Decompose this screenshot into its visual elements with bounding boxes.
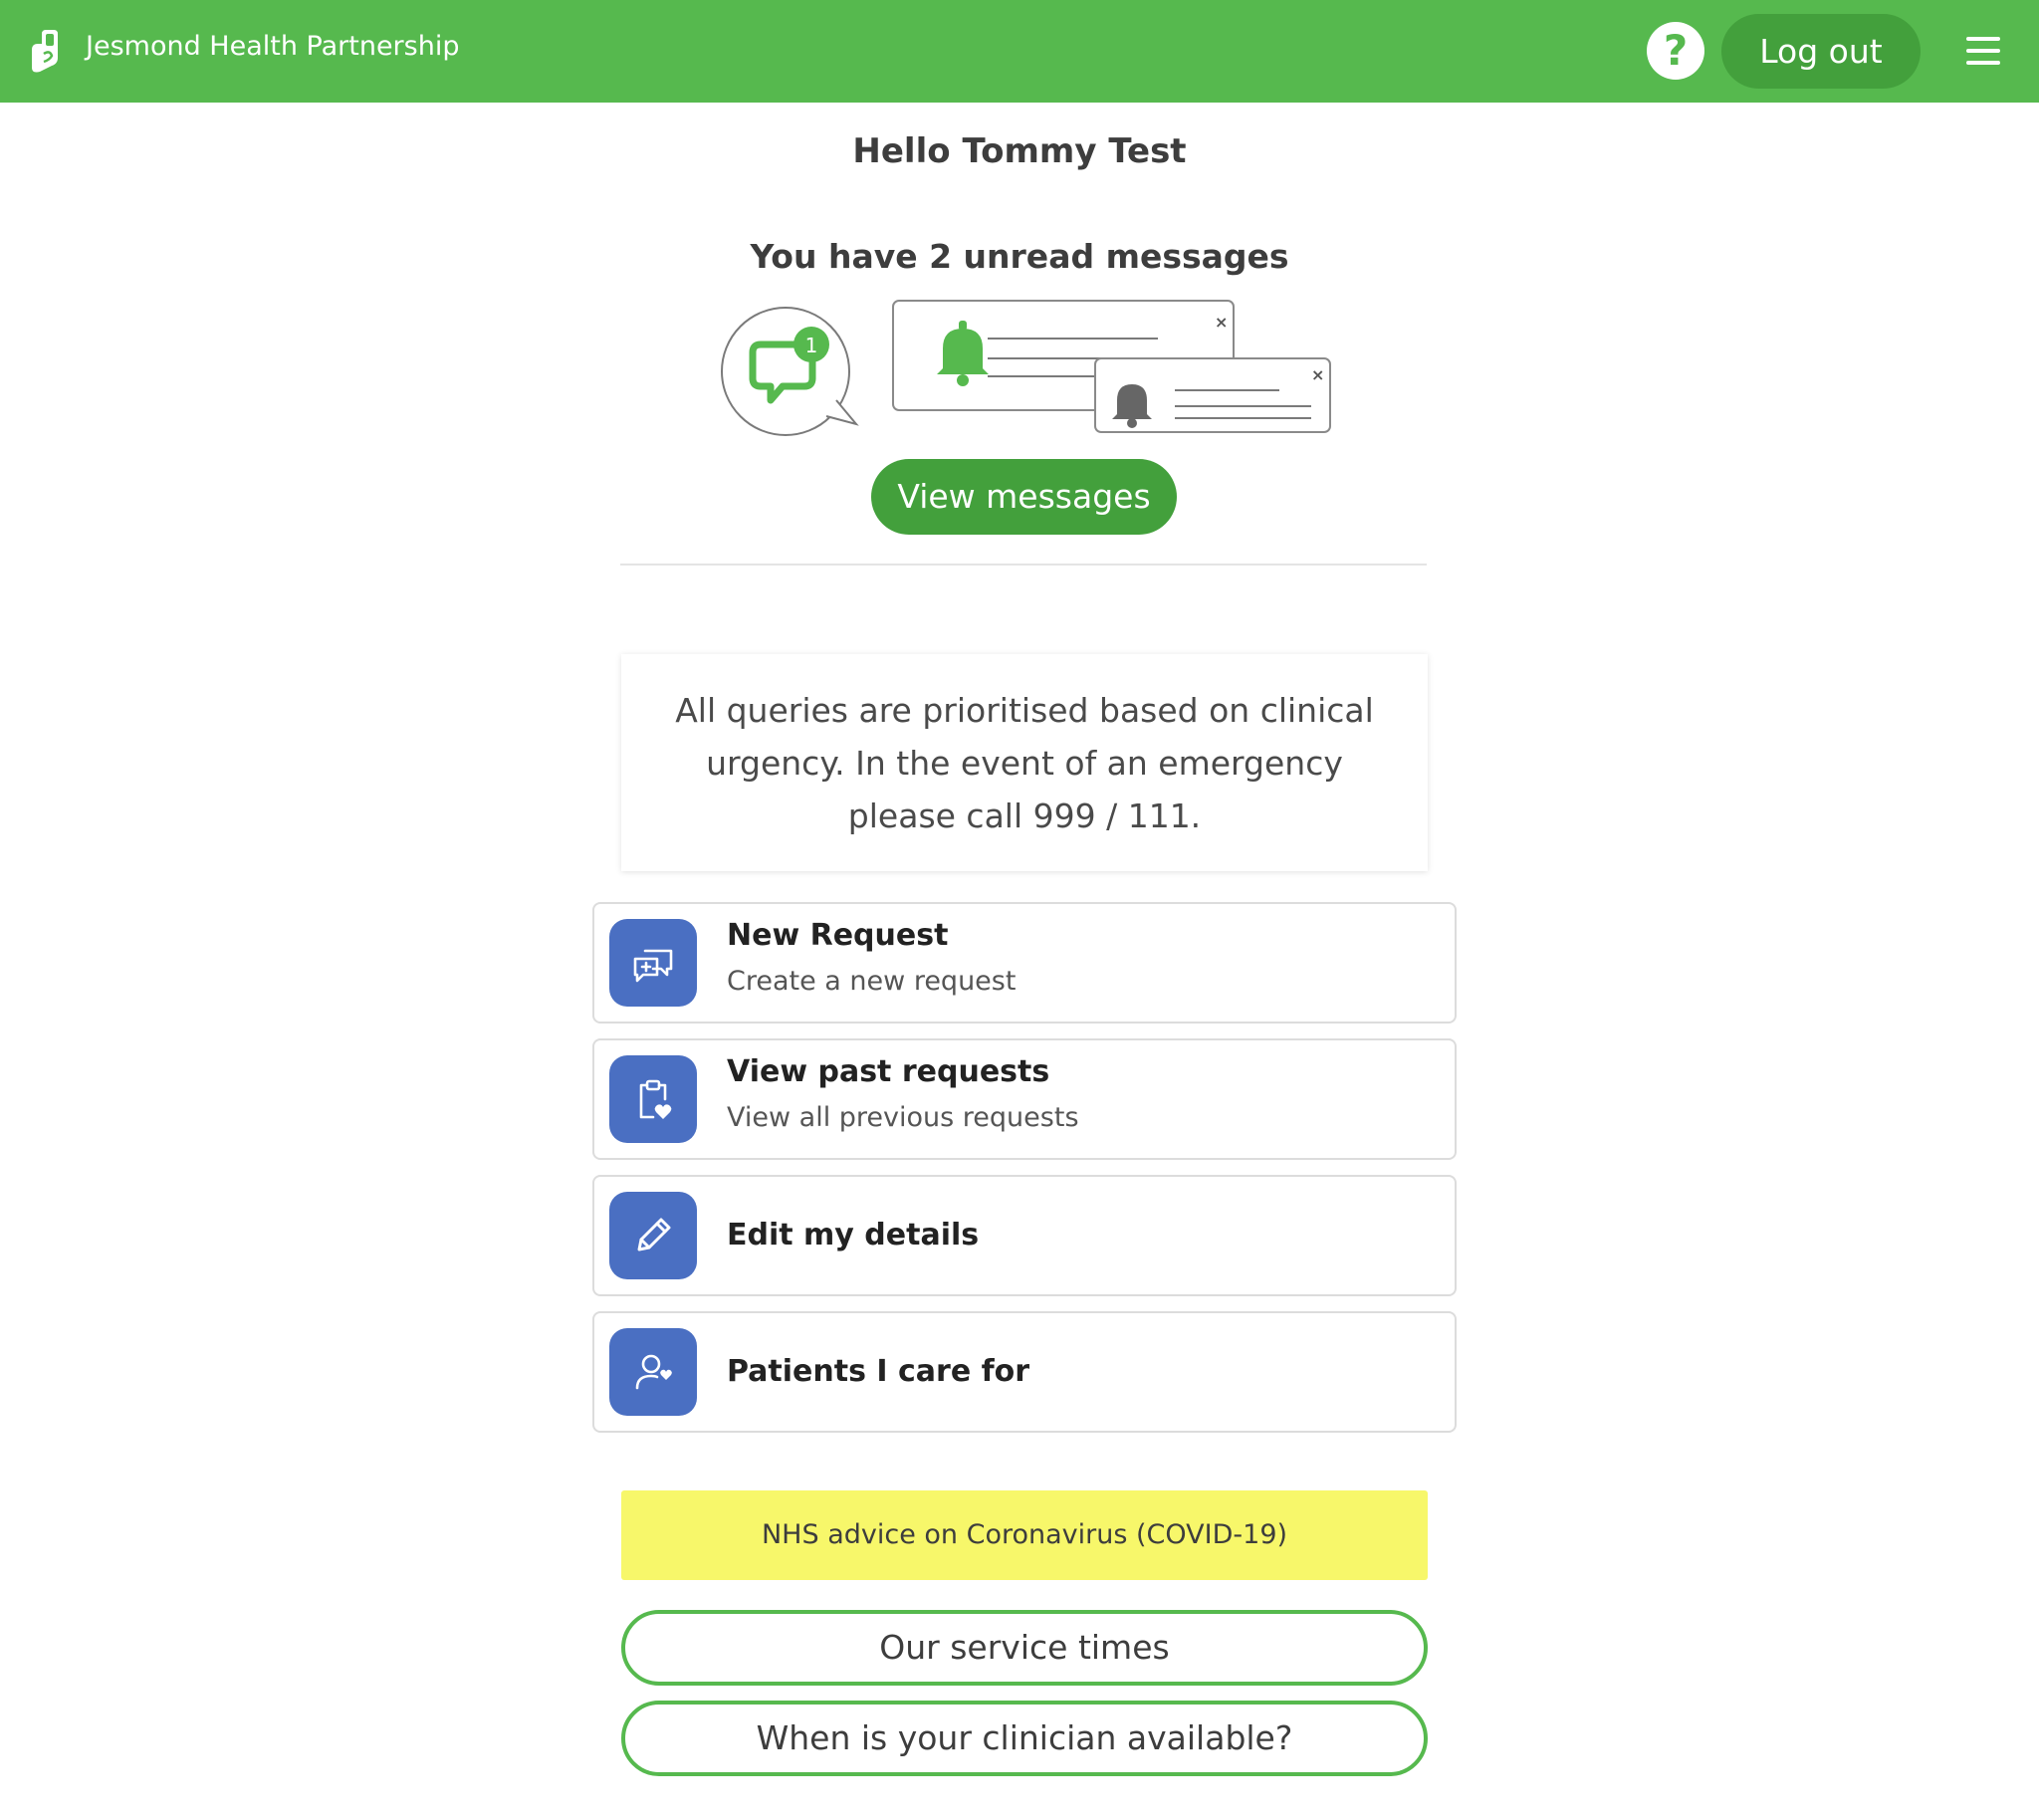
svg-text:×: × [1311, 365, 1324, 384]
person-heart-icon [609, 1328, 697, 1416]
view-past-requests-title: View past requests [727, 1054, 1050, 1089]
clinical-urgency-notice: All queries are prioritised based on cli… [621, 654, 1428, 871]
patients-i-care-for-title: Patients I care for [727, 1354, 1030, 1389]
brand-name[interactable]: Jesmond Health Partnership [86, 31, 459, 62]
clinician-availability-button[interactable]: When is your clinician available? [621, 1701, 1428, 1776]
patients-i-care-for-card[interactable]: Patients I care for [592, 1311, 1457, 1433]
edit-my-details-card[interactable]: Edit my details [592, 1175, 1457, 1296]
logout-button[interactable]: Log out [1721, 14, 1921, 89]
clipboard-heart-icon [609, 1055, 697, 1143]
pencil-icon [609, 1192, 697, 1279]
view-past-requests-subtitle: View all previous requests [727, 1102, 1079, 1133]
service-times-button[interactable]: Our service times [621, 1610, 1428, 1686]
unread-messages-heading: You have 2 unread messages [750, 237, 1289, 276]
new-request-title: New Request [727, 918, 949, 953]
view-past-requests-card[interactable]: View past requests View all previous req… [592, 1038, 1457, 1160]
svg-text:×: × [1215, 313, 1228, 332]
chat-plus-icon [609, 919, 697, 1007]
new-request-subtitle: Create a new request [727, 966, 1017, 997]
practice-logo-icon [32, 30, 58, 73]
edit-my-details-title: Edit my details [727, 1218, 980, 1252]
new-request-card[interactable]: New Request Create a new request [592, 902, 1457, 1024]
notice-text: All queries are prioritised based on cli… [675, 690, 1374, 835]
view-messages-button[interactable]: View messages [871, 459, 1177, 535]
badge-count: 1 [805, 334, 818, 357]
greeting-heading: Hello Tommy Test [852, 131, 1187, 171]
covid-advice-link[interactable]: NHS advice on Coronavirus (COVID-19) [621, 1490, 1428, 1580]
section-divider [620, 564, 1427, 566]
hamburger-menu-icon[interactable] [1966, 37, 2000, 65]
top-bar: Jesmond Health Partnership ? Log out [0, 0, 2039, 103]
messages-illustration: 1 × × [717, 297, 1334, 446]
help-button[interactable]: ? [1647, 22, 1704, 80]
